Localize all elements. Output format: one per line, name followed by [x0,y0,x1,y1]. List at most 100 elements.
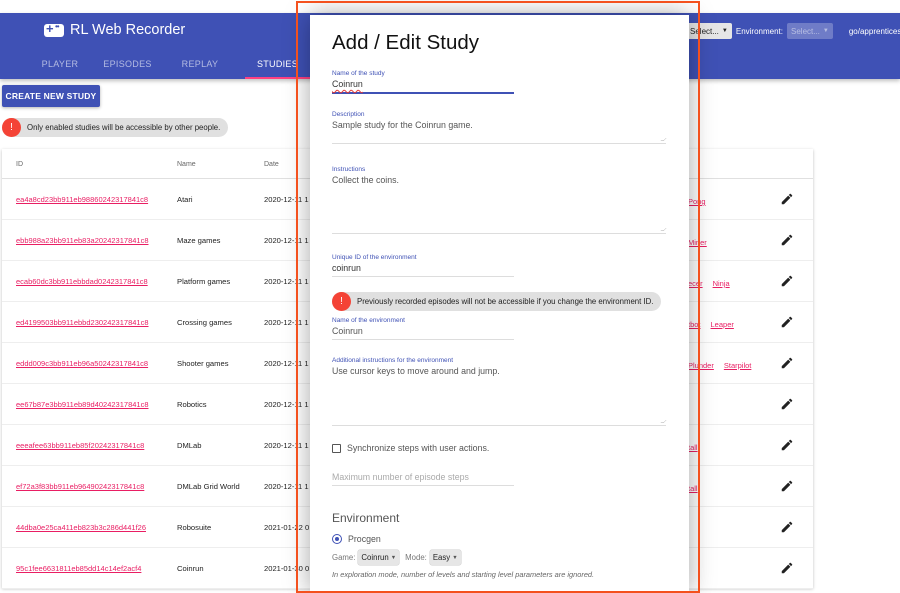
study-id-link[interactable]: ebb988a23bb911eb83a20242317841c8 [16,236,149,245]
study-name: Robotics [177,400,207,409]
study-id-link[interactable]: eeeafee63bb911eb85f20242317841c8 [16,441,144,450]
edit-pencil-icon[interactable] [780,315,794,329]
study-name-input[interactable]: Coinrun [332,79,363,89]
game-select[interactable]: Coinrun ▼ [358,550,400,565]
description-field[interactable]: Description Sample study for the Coinrun… [332,111,667,144]
study-date: 2020-12-11 1 [264,441,309,450]
environment-links: tbot Leaper [688,320,744,329]
description-textarea[interactable]: Sample study for the Coinrun game. [332,120,666,140]
create-new-study-button[interactable]: CREATE NEW STUDY [2,85,100,107]
header-controls: Select... ▼ Environment: Select... ▼ go/… [686,23,900,39]
radio-selected-icon[interactable] [332,534,342,544]
environment-links: Miner [688,238,717,247]
tab-player[interactable]: PLAYER [20,51,100,79]
environment-link[interactable]: tbot [688,320,701,329]
environment-links: tall [688,443,708,452]
env-name-input[interactable]: Coinrun [332,326,514,336]
environment-links: ecer Ninja [688,279,740,288]
tab-replay[interactable]: REPLAY [155,51,245,79]
notice-chip: ! Only enabled studies will be accessibl… [2,118,229,137]
max-steps-field[interactable]: Maximum number of episode steps [332,470,514,486]
sync-steps-checkbox[interactable]: Synchronize steps with user actions. [332,443,489,453]
environment-link[interactable]: Ninja [713,279,730,288]
edit-pencil-icon[interactable] [780,479,794,493]
environment-select[interactable]: Select... ▼ [787,23,833,39]
study-id-link[interactable]: 95c1fee6631811eb85dd14c14ef2acf4 [16,564,141,573]
header-link[interactable]: go/apprenticesl [849,27,900,36]
edit-pencil-icon[interactable] [780,561,794,575]
procgen-radio[interactable]: Procgen [332,534,381,544]
instructions-field[interactable]: Instructions Collect the coins. [332,166,667,234]
env-instructions-textarea[interactable]: Use cursor keys to move around and jump. [332,366,666,422]
environment-link[interactable]: tall [688,443,698,452]
study-date: 2020-12-11 1 [264,400,309,409]
environment-link[interactable]: Starpilot [724,361,752,370]
study-name: DMLab Grid World [177,482,240,491]
caret-down-icon: ▼ [390,554,397,561]
environment-section-title: Environment [332,511,400,525]
env-id-label: Unique ID of the environment [332,254,417,261]
env-warning-chip: ! Previously recorded episodes will not … [332,292,662,311]
study-name-field[interactable]: Name of the study Coinrun [332,70,514,94]
mode-select[interactable]: Easy ▼ [429,550,461,565]
study-id-link[interactable]: ea4a8cd23bb911eb98860242317841c8 [16,195,148,204]
study-id-link[interactable]: ecab60dc3bb911ebbdad0242317841c8 [16,277,148,286]
environment-label: Environment: [735,26,783,36]
study-date: 2020-12-11 1 [264,359,309,368]
environment-link[interactable]: ecer [688,279,703,288]
game-select-value: Coinrun [361,553,389,562]
header-name: Name [177,161,196,168]
study-name: Crossing games [177,318,232,327]
study-name: DMLab [177,441,202,450]
study-id-link[interactable]: eddd009c3bb911eb96a50242317841c8 [16,359,148,368]
environment-link[interactable]: Plunder [688,361,714,370]
exploration-note: In exploration mode, number of levels an… [332,570,595,579]
procgen-label: Procgen [348,534,381,544]
study-date: 2021-01-30 0 [264,564,310,573]
environment-links: tall [688,484,708,493]
env-name-field[interactable]: Name of the environment Coinrun [332,317,514,340]
env-id-input[interactable]: coinrun [332,263,514,273]
header-date: Date [264,161,279,168]
edit-pencil-icon[interactable] [780,274,794,288]
tab-studies[interactable]: STUDIES [245,51,310,79]
notice-text: Only enabled studies will be accessible … [27,123,221,132]
environment-link[interactable]: tall [688,484,698,493]
env-name-label: Name of the environment [332,317,405,324]
env-instructions-field[interactable]: Additional instructions for the environm… [332,357,667,426]
max-steps-input[interactable]: Maximum number of episode steps [332,472,514,482]
study-date: 2020-12-11 1 [264,318,309,327]
checkbox-icon[interactable] [332,443,341,453]
add-edit-study-dialog: Add / Edit Study Name of the study Coinr… [310,15,689,593]
study-id-link[interactable]: 44dba0e25ca411eb823b3c286d441f26 [16,523,146,532]
environment-link[interactable]: Leaper [711,320,734,329]
description-label: Description [332,111,365,118]
edit-pencil-icon[interactable] [780,520,794,534]
environment-link[interactable]: Pong [688,197,706,206]
env-instructions-label: Additional instructions for the environm… [332,357,454,364]
study-id-link[interactable]: ee67b87e3bb911eb89d40242317841c8 [16,400,149,409]
study-name-underline [332,92,514,94]
study-select[interactable]: Select... ▼ [686,23,732,39]
edit-pencil-icon[interactable] [780,233,794,247]
game-label: Game: [332,553,356,562]
mode-select-value: Easy [432,553,451,562]
tab-episodes[interactable]: EPISODES [100,51,155,79]
edit-pencil-icon[interactable] [780,397,794,411]
sync-steps-label: Synchronize steps with user actions. [347,443,490,453]
environment-link[interactable]: Miner [688,238,707,247]
environment-select-value: Select... [791,26,820,36]
caret-down-icon: ▼ [822,28,829,34]
edit-pencil-icon[interactable] [780,192,794,206]
study-id-link[interactable]: ef72a3f83bb911eb96490242317841c8 [16,482,144,491]
nav-tabs: PLAYER EPISODES REPLAY STUDIES D [20,51,350,79]
instructions-textarea[interactable]: Collect the coins. [332,175,666,230]
study-select-value: Select... [690,26,719,36]
study-date: 2020-12-11 1 [264,277,309,286]
mode-label: Mode: [405,553,427,562]
study-id-link[interactable]: ed4199503bb911ebbd230242317841c8 [16,318,149,327]
env-id-field[interactable]: Unique ID of the environment coinrun [332,254,514,277]
edit-pencil-icon[interactable] [780,356,794,370]
edit-pencil-icon[interactable] [780,438,794,452]
study-date: 2020-12-11 1 [264,195,309,204]
